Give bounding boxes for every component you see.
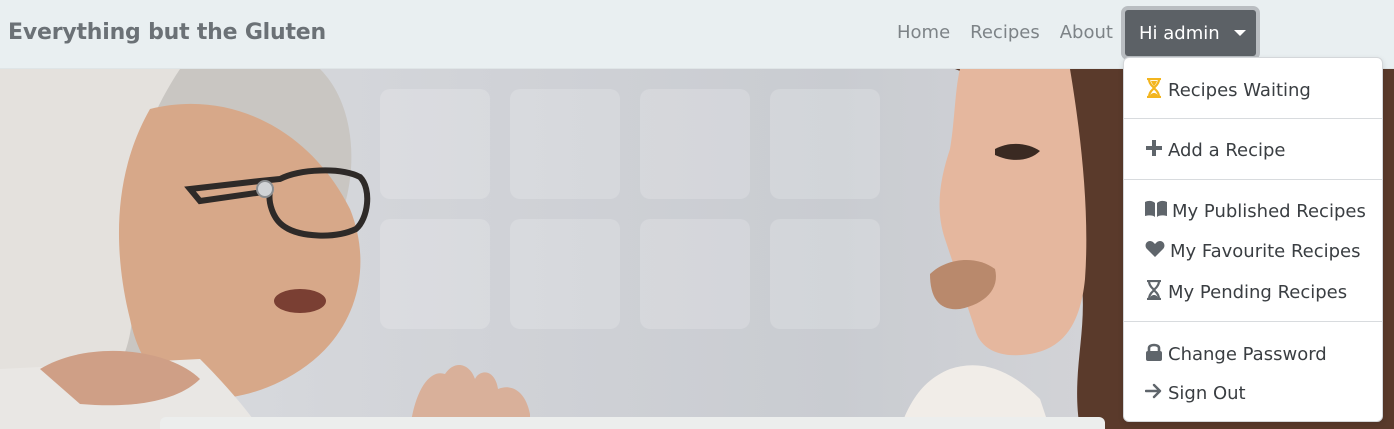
menu-item-label: My Favourite Recipes: [1170, 241, 1361, 262]
book-open-icon: [1144, 200, 1168, 223]
menu-divider: [1124, 179, 1382, 180]
nav-link-recipes[interactable]: Recipes: [970, 22, 1040, 43]
user-dropdown-menu: Recipes Waiting Add a Recipe My Publishe…: [1123, 57, 1383, 422]
menu-item-label: My Published Recipes: [1172, 201, 1366, 222]
heart-icon: [1144, 240, 1166, 263]
menu-item-label: Recipes Waiting: [1168, 80, 1311, 101]
arrow-right-icon: [1144, 382, 1164, 405]
plus-icon: [1144, 139, 1164, 162]
nav-links: Home Recipes About: [897, 22, 1133, 43]
content-card-top: [160, 417, 1105, 429]
brand-logo[interactable]: Everything but the Gluten: [8, 20, 326, 45]
user-menu-button[interactable]: Hi admin: [1121, 6, 1260, 60]
menu-item-published-recipes[interactable]: My Published Recipes: [1144, 200, 1366, 223]
menu-item-label: My Pending Recipes: [1168, 282, 1348, 303]
user-menu-label: Hi admin: [1139, 22, 1220, 44]
menu-item-favourite-recipes[interactable]: My Favourite Recipes: [1144, 240, 1361, 263]
menu-item-label: Add a Recipe: [1168, 140, 1286, 161]
hourglass-icon: [1144, 279, 1164, 305]
menu-item-label: Change Password: [1168, 344, 1327, 365]
nav-link-about[interactable]: About: [1060, 22, 1113, 43]
menu-item-add-recipe[interactable]: Add a Recipe: [1144, 139, 1286, 162]
menu-item-change-password[interactable]: Change Password: [1144, 342, 1327, 367]
menu-divider: [1124, 321, 1382, 322]
hourglass-icon: [1144, 77, 1164, 103]
lock-icon: [1144, 342, 1164, 367]
caret-down-icon: [1233, 30, 1246, 36]
menu-divider: [1124, 118, 1382, 119]
menu-item-label: Sign Out: [1168, 383, 1246, 404]
menu-item-pending-recipes[interactable]: My Pending Recipes: [1144, 279, 1348, 305]
menu-item-sign-out[interactable]: Sign Out: [1144, 382, 1246, 405]
menu-item-recipes-waiting[interactable]: Recipes Waiting: [1144, 77, 1311, 103]
nav-link-home[interactable]: Home: [897, 22, 950, 43]
